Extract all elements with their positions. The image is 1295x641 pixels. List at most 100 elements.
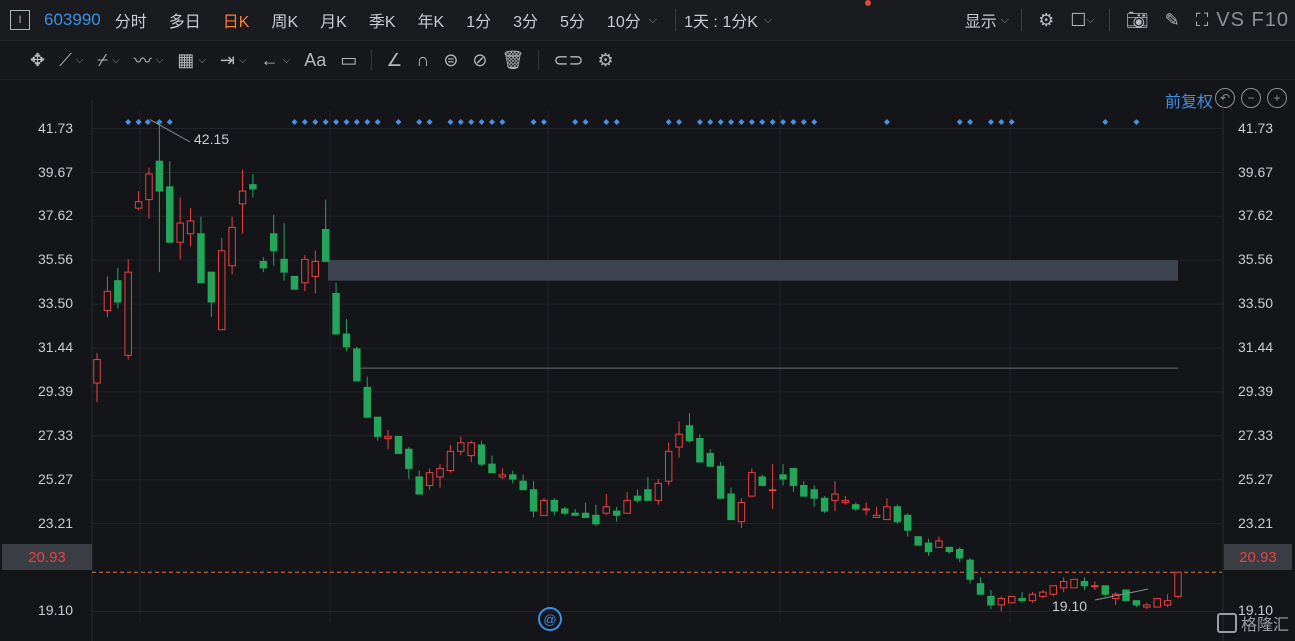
chevron-down-icon[interactable]: ⌵	[112, 55, 120, 66]
candle	[810, 485, 818, 507]
candle	[114, 267, 122, 309]
period-tab[interactable]: 季K	[369, 8, 396, 32]
camera-icon[interactable]: 📷︎	[1126, 10, 1149, 31]
candle-body	[1174, 571, 1182, 597]
candle	[768, 464, 777, 509]
signal-marker	[811, 119, 818, 125]
candle-body	[602, 506, 611, 514]
period-tab[interactable]: 月K	[320, 8, 347, 32]
chevron-down-icon[interactable]: ⌵	[76, 55, 84, 66]
sidebar-toggle-icon[interactable]: I	[10, 10, 30, 30]
chevron-down-icon[interactable]: ⌵	[764, 14, 772, 27]
candle	[727, 487, 735, 521]
fullscreen-icon[interactable]: ⛶	[1196, 10, 1209, 31]
chevron-down-icon[interactable]: ⌵	[1086, 14, 1094, 27]
logo-icon	[1216, 613, 1237, 633]
hide-drawings-icon[interactable]: ⊘	[472, 50, 487, 71]
undo-icon[interactable]: ↶	[1215, 88, 1235, 108]
candle-body	[342, 333, 351, 348]
candle	[166, 161, 174, 243]
period-tab[interactable]: 分时	[115, 8, 147, 32]
chevron-down-icon[interactable]: ⌵	[156, 55, 164, 66]
display-menu[interactable]: 显示	[965, 8, 997, 32]
candle-body	[1132, 600, 1141, 606]
period-tab[interactable]: 10分	[607, 8, 641, 32]
f10-button[interactable]: VS F10	[1216, 9, 1289, 32]
candle	[311, 250, 320, 294]
zoom-out-icon[interactable]: −	[1241, 88, 1261, 108]
candle-body	[394, 435, 403, 454]
signal-marker	[582, 119, 589, 125]
period-tab[interactable]: 5分	[560, 8, 585, 32]
candle	[363, 376, 371, 418]
zoom-in-icon[interactable]: +	[1267, 88, 1287, 108]
candle-body	[841, 499, 850, 504]
candle	[93, 353, 101, 403]
candle-body	[228, 226, 236, 267]
candle-body	[519, 480, 527, 491]
period-tab[interactable]: 3分	[513, 8, 538, 32]
signal-marker	[956, 119, 963, 125]
candle	[477, 440, 486, 467]
multi-period-selector[interactable]: 1天 : 1分K	[684, 8, 758, 32]
link-icon[interactable]: ⊜	[443, 50, 458, 71]
chevron-down-icon[interactable]: ⌵	[1001, 14, 1009, 27]
compare-icon[interactable]: ⊂⊃	[553, 50, 583, 71]
signal-marker	[998, 119, 1005, 125]
chevron-down-icon[interactable]: ⌵	[239, 55, 247, 66]
magnet-icon[interactable]: ∩	[416, 50, 429, 71]
signal-marker	[696, 119, 703, 125]
chevron-down-icon[interactable]: ⌵	[649, 14, 657, 27]
period-tab[interactable]: 1分	[466, 8, 491, 32]
draw-settings-icon[interactable]: ⚙	[598, 50, 614, 71]
measure-tool-icon[interactable]: ⇥ ⌵	[220, 50, 247, 71]
candle	[581, 502, 590, 518]
polyline-tool-icon[interactable]: ⌿ ⌵	[97, 50, 119, 71]
period-tab[interactable]: 年K	[418, 8, 445, 32]
fib-tool-icon[interactable]: ▦ ⌵	[177, 50, 206, 71]
candle	[332, 282, 340, 335]
period-tab[interactable]: 多日	[169, 8, 201, 32]
candle	[238, 169, 247, 234]
signal-marker	[738, 119, 745, 125]
pen-icon[interactable]: ✎	[1165, 10, 1180, 31]
period-tab[interactable]: 周K	[271, 8, 298, 32]
arrow-tool-icon[interactable]: ← ⌵	[261, 50, 291, 71]
price-label-left: 27.33	[38, 426, 74, 443]
candle-body	[353, 348, 361, 382]
settings-icon[interactable]: ⚙	[1038, 10, 1054, 31]
signal-marker	[374, 119, 381, 125]
adjust-type-button[interactable]: 前复权	[1165, 88, 1213, 112]
candle	[1039, 590, 1047, 599]
stock-code[interactable]: 603990	[44, 10, 101, 30]
signal-marker	[707, 119, 714, 125]
signal-marker	[883, 119, 890, 125]
signal-marker	[1008, 119, 1015, 125]
candle	[685, 412, 694, 443]
candle	[1049, 585, 1057, 597]
candle	[446, 444, 455, 473]
chevron-down-icon[interactable]: ⌵	[198, 55, 206, 66]
delete-icon[interactable]: 🗑︎	[502, 50, 525, 71]
eraser-icon[interactable]: ∠	[386, 50, 402, 71]
price-label-left: 31.44	[38, 339, 74, 356]
candle	[134, 191, 143, 211]
signal-marker	[1102, 119, 1109, 125]
signal-marker	[987, 119, 994, 125]
candle	[1007, 595, 1016, 604]
layout-icon[interactable]: ☐	[1070, 10, 1086, 31]
chevron-down-icon[interactable]: ⌵	[283, 55, 291, 66]
period-tab[interactable]: 日K	[223, 8, 250, 32]
candle	[550, 498, 559, 516]
candle	[623, 491, 631, 514]
comment-tool-icon[interactable]: ▭	[340, 50, 357, 71]
candle	[405, 447, 413, 480]
candle-body	[446, 450, 455, 472]
line-tool-icon[interactable]: ⟋ ⌵	[59, 50, 83, 71]
text-tool-icon[interactable]: Aa	[304, 50, 326, 71]
signal-marker	[457, 119, 464, 125]
at-icon[interactable]: @	[538, 607, 562, 631]
price-label-right: 39.67	[1238, 163, 1274, 180]
wave-tool-icon[interactable]: 〰 ⌵	[134, 47, 164, 73]
move-icon[interactable]: ✥	[30, 50, 45, 71]
